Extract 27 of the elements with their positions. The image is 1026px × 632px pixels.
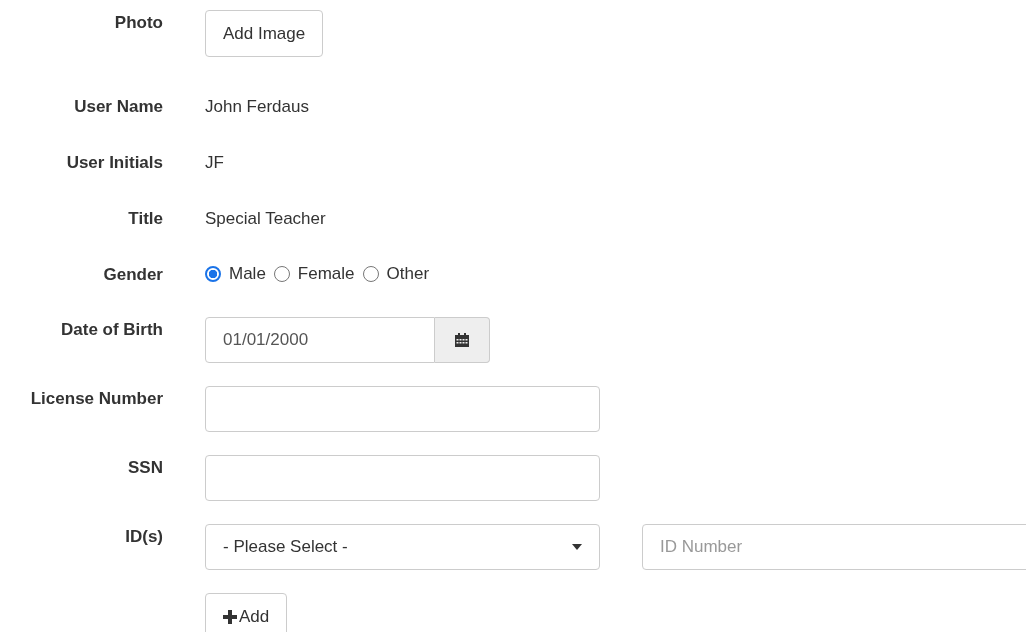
field-label: Gender bbox=[103, 265, 163, 285]
field-label: Title bbox=[128, 209, 163, 229]
plus-icon bbox=[223, 610, 237, 624]
field-label: Photo bbox=[114, 12, 163, 34]
field-value: JF bbox=[205, 153, 224, 172]
caret-icon bbox=[572, 544, 582, 550]
radio-label[interactable]: Other bbox=[386, 263, 430, 284]
text-field[interactable] bbox=[205, 455, 600, 501]
field-value: Special Teacher bbox=[205, 209, 326, 228]
field-label: SSN bbox=[128, 457, 163, 479]
field-label: Date of Birth bbox=[61, 319, 163, 341]
field-label: User Initials bbox=[66, 153, 163, 173]
calendar-icon bbox=[454, 332, 470, 348]
field-label: ID(s) bbox=[125, 526, 163, 548]
calendar-button[interactable] bbox=[435, 317, 490, 363]
add-image-button[interactable]: Add Image bbox=[205, 10, 324, 57]
field-label: User Name bbox=[74, 97, 163, 117]
date-field[interactable]: 01/01/2000 bbox=[205, 317, 435, 363]
field-value: John Ferdaus bbox=[205, 97, 309, 116]
add-button[interactable]: Add bbox=[205, 593, 288, 632]
radio-label[interactable]: Female bbox=[297, 263, 355, 284]
radio-label[interactable]: Male bbox=[229, 263, 266, 284]
text-field[interactable] bbox=[205, 386, 600, 432]
id-type-dropdown[interactable]: - Please Select - bbox=[205, 524, 600, 570]
id-number-field[interactable]: ID Number bbox=[642, 524, 1026, 570]
radio-button[interactable] bbox=[205, 265, 221, 282]
field-label: License Number bbox=[30, 388, 163, 410]
